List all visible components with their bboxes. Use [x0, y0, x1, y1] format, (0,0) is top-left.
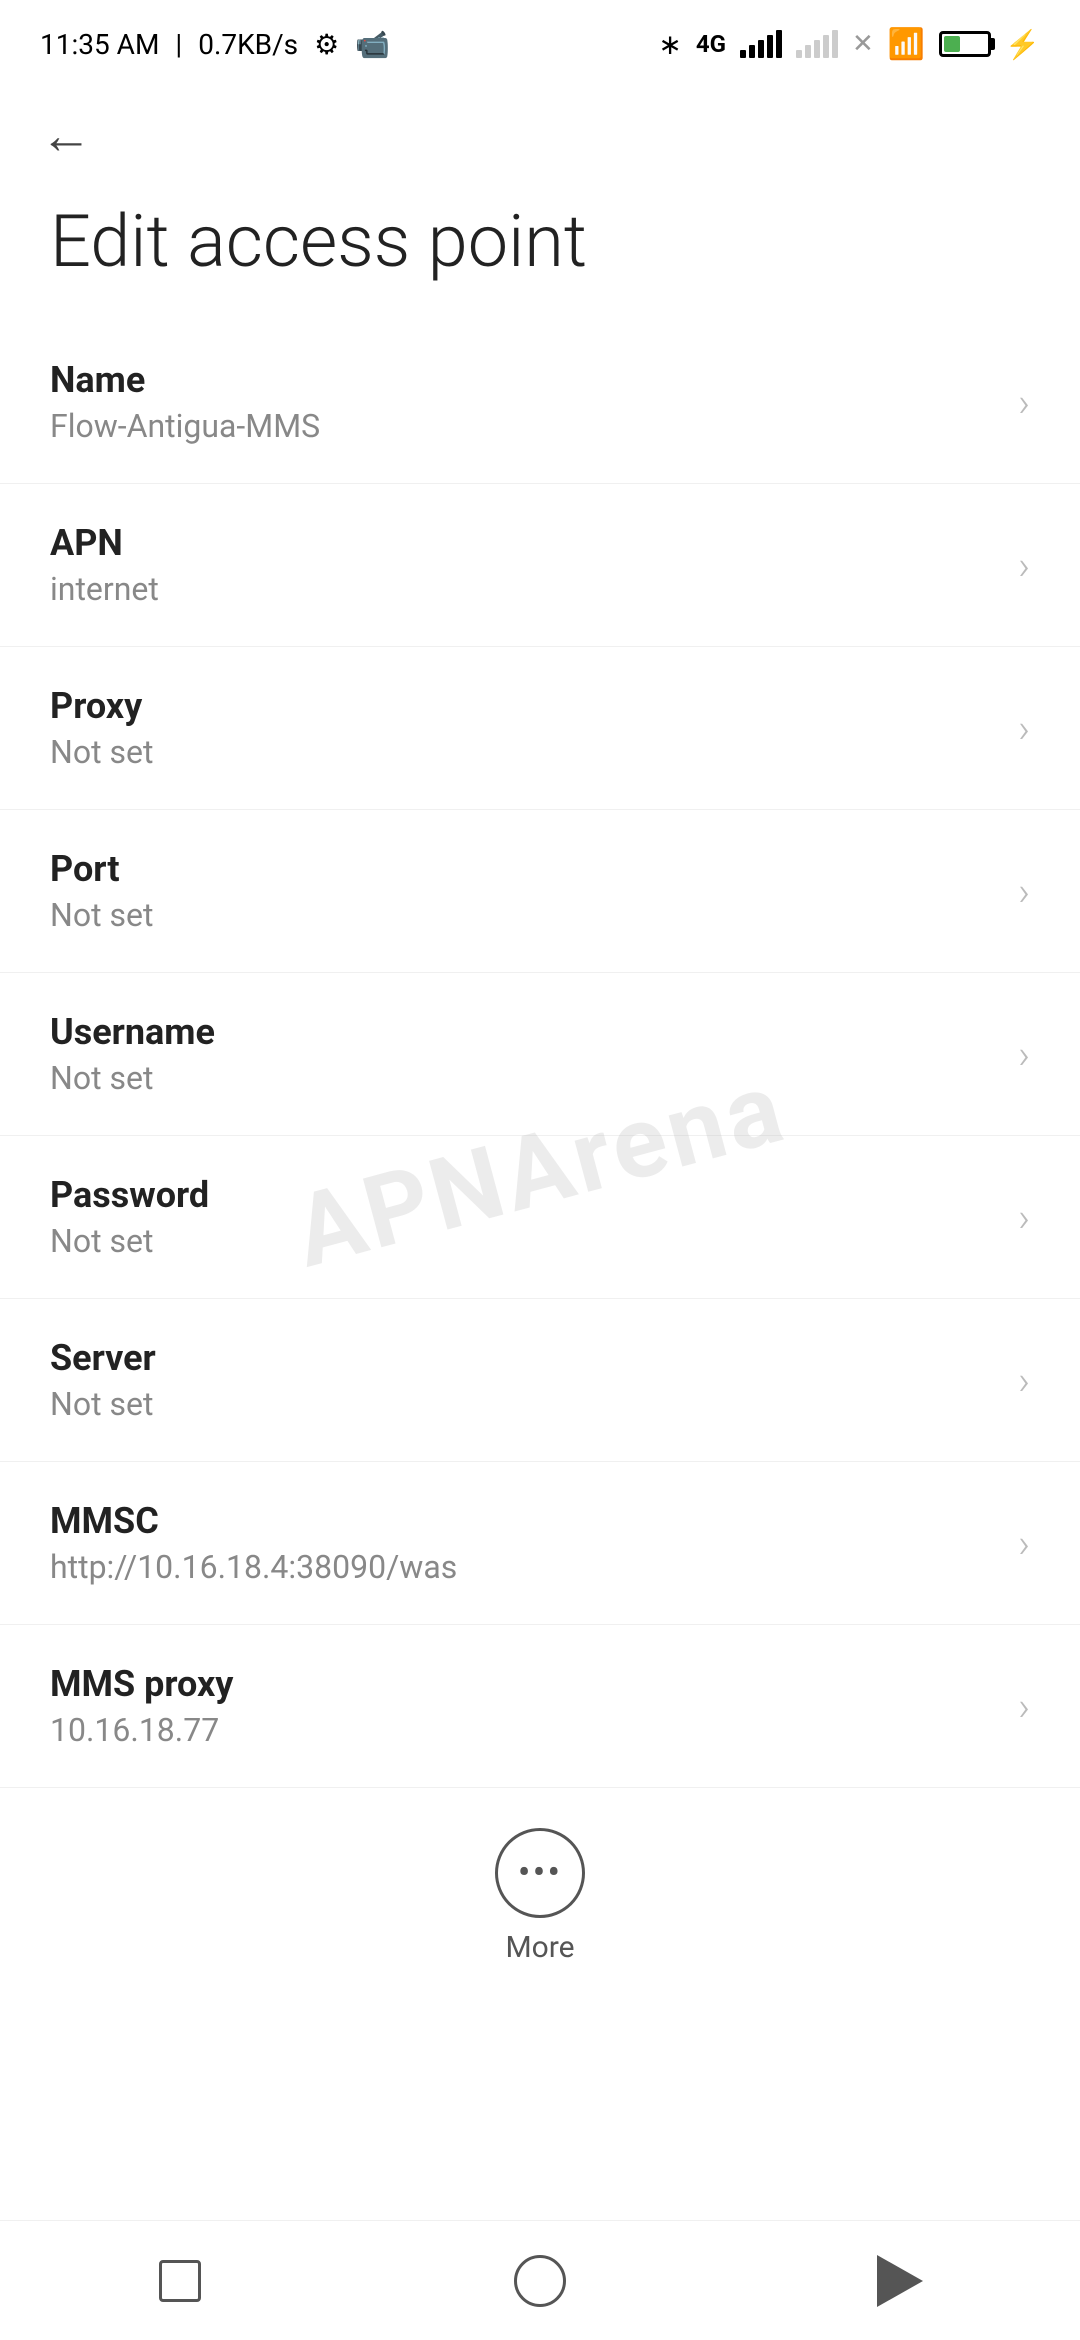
more-area: ••• More: [0, 1788, 1080, 1995]
camera-icon: 📹: [355, 28, 390, 61]
chevron-right-username: ›: [1018, 1031, 1030, 1078]
chevron-right-mmsc: ›: [1018, 1520, 1030, 1567]
settings-label-password: Password: [50, 1174, 998, 1216]
nav-recent-apps[interactable]: [130, 2241, 230, 2321]
settings-value-port: Not set: [50, 896, 998, 934]
chevron-right-port: ›: [1018, 868, 1030, 915]
settings-icon: ⚙: [314, 28, 339, 61]
bolt-icon: ⚡: [1005, 28, 1040, 61]
settings-label-apn: APN: [50, 522, 998, 564]
settings-label-mmsc: MMSC: [50, 1500, 998, 1542]
settings-label-server: Server: [50, 1337, 998, 1379]
speed-display: |: [175, 28, 182, 61]
nav-back[interactable]: [850, 2241, 950, 2321]
settings-value-mmsc: http://10.16.18.4:38090/was: [50, 1548, 998, 1586]
network-speed: 0.7KB/s: [198, 28, 298, 61]
status-left: 11:35 AM | 0.7KB/s ⚙ 📹: [40, 28, 390, 61]
settings-item-apn[interactable]: APN internet ›: [0, 484, 1080, 647]
settings-value-proxy: Not set: [50, 733, 998, 771]
signal-bars-1: [740, 30, 782, 58]
page-title: Edit access point: [0, 182, 1080, 321]
back-arrow-icon: ←: [40, 110, 92, 162]
battery-indicator: [939, 31, 991, 57]
settings-list: Name Flow-Antigua-MMS › APN internet › P…: [0, 321, 1080, 1788]
wifi-icon: 📶: [888, 27, 925, 62]
settings-value-apn: internet: [50, 570, 998, 608]
settings-value-server: Not set: [50, 1385, 998, 1423]
settings-item-password-content: Password Not set: [50, 1174, 998, 1260]
settings-item-apn-content: APN internet: [50, 522, 998, 608]
settings-value-name: Flow-Antigua-MMS: [50, 407, 998, 445]
settings-value-username: Not set: [50, 1059, 998, 1097]
settings-label-port: Port: [50, 848, 998, 890]
status-bar: 11:35 AM | 0.7KB/s ⚙ 📹 ∗ 4G ✕ 📶 ⚡: [0, 0, 1080, 80]
settings-label-proxy: Proxy: [50, 685, 998, 727]
settings-item-mmsc[interactable]: MMSC http://10.16.18.4:38090/was ›: [0, 1462, 1080, 1625]
settings-value-password: Not set: [50, 1222, 998, 1260]
back-nav-icon: [877, 2255, 923, 2307]
settings-item-mmsc-content: MMSC http://10.16.18.4:38090/was: [50, 1500, 998, 1586]
signal-bars-2: [796, 30, 838, 58]
chevron-right-name: ›: [1018, 379, 1030, 426]
settings-label-username: Username: [50, 1011, 998, 1053]
nav-home[interactable]: [490, 2241, 590, 2321]
settings-item-proxy[interactable]: Proxy Not set ›: [0, 647, 1080, 810]
settings-item-port-content: Port Not set: [50, 848, 998, 934]
chevron-right-proxy: ›: [1018, 705, 1030, 752]
settings-item-port[interactable]: Port Not set ›: [0, 810, 1080, 973]
settings-item-proxy-content: Proxy Not set: [50, 685, 998, 771]
back-area[interactable]: ←: [0, 80, 1080, 182]
settings-item-name[interactable]: Name Flow-Antigua-MMS ›: [0, 321, 1080, 484]
more-button[interactable]: •••: [495, 1828, 585, 1918]
home-icon: [514, 2255, 566, 2307]
settings-item-mms-proxy[interactable]: MMS proxy 10.16.18.77 ›: [0, 1625, 1080, 1788]
chevron-right-server: ›: [1018, 1357, 1030, 1404]
no-signal-icon: ✕: [852, 29, 874, 59]
settings-item-password[interactable]: Password Not set ›: [0, 1136, 1080, 1299]
settings-label-name: Name: [50, 359, 998, 401]
back-button[interactable]: ←: [40, 110, 1040, 162]
settings-item-server[interactable]: Server Not set ›: [0, 1299, 1080, 1462]
nav-bar: [0, 2220, 1080, 2340]
settings-value-mms-proxy: 10.16.18.77: [50, 1711, 998, 1749]
bluetooth-icon: ∗: [658, 28, 681, 61]
status-right: ∗ 4G ✕ 📶 ⚡: [658, 27, 1040, 62]
chevron-right-mms-proxy: ›: [1018, 1683, 1030, 1730]
chevron-right-password: ›: [1018, 1194, 1030, 1241]
more-label: More: [505, 1930, 574, 1965]
settings-item-username-content: Username Not set: [50, 1011, 998, 1097]
settings-item-name-content: Name Flow-Antigua-MMS: [50, 359, 998, 445]
settings-label-mms-proxy: MMS proxy: [50, 1663, 998, 1705]
settings-item-server-content: Server Not set: [50, 1337, 998, 1423]
time-display: 11:35 AM: [40, 28, 159, 61]
settings-item-mms-proxy-content: MMS proxy 10.16.18.77: [50, 1663, 998, 1749]
recent-apps-icon: [159, 2260, 201, 2302]
chevron-right-apn: ›: [1018, 542, 1030, 589]
signal-4g-icon: 4G: [696, 30, 726, 58]
settings-item-username[interactable]: Username Not set ›: [0, 973, 1080, 1136]
more-dots-icon: •••: [518, 1854, 562, 1892]
